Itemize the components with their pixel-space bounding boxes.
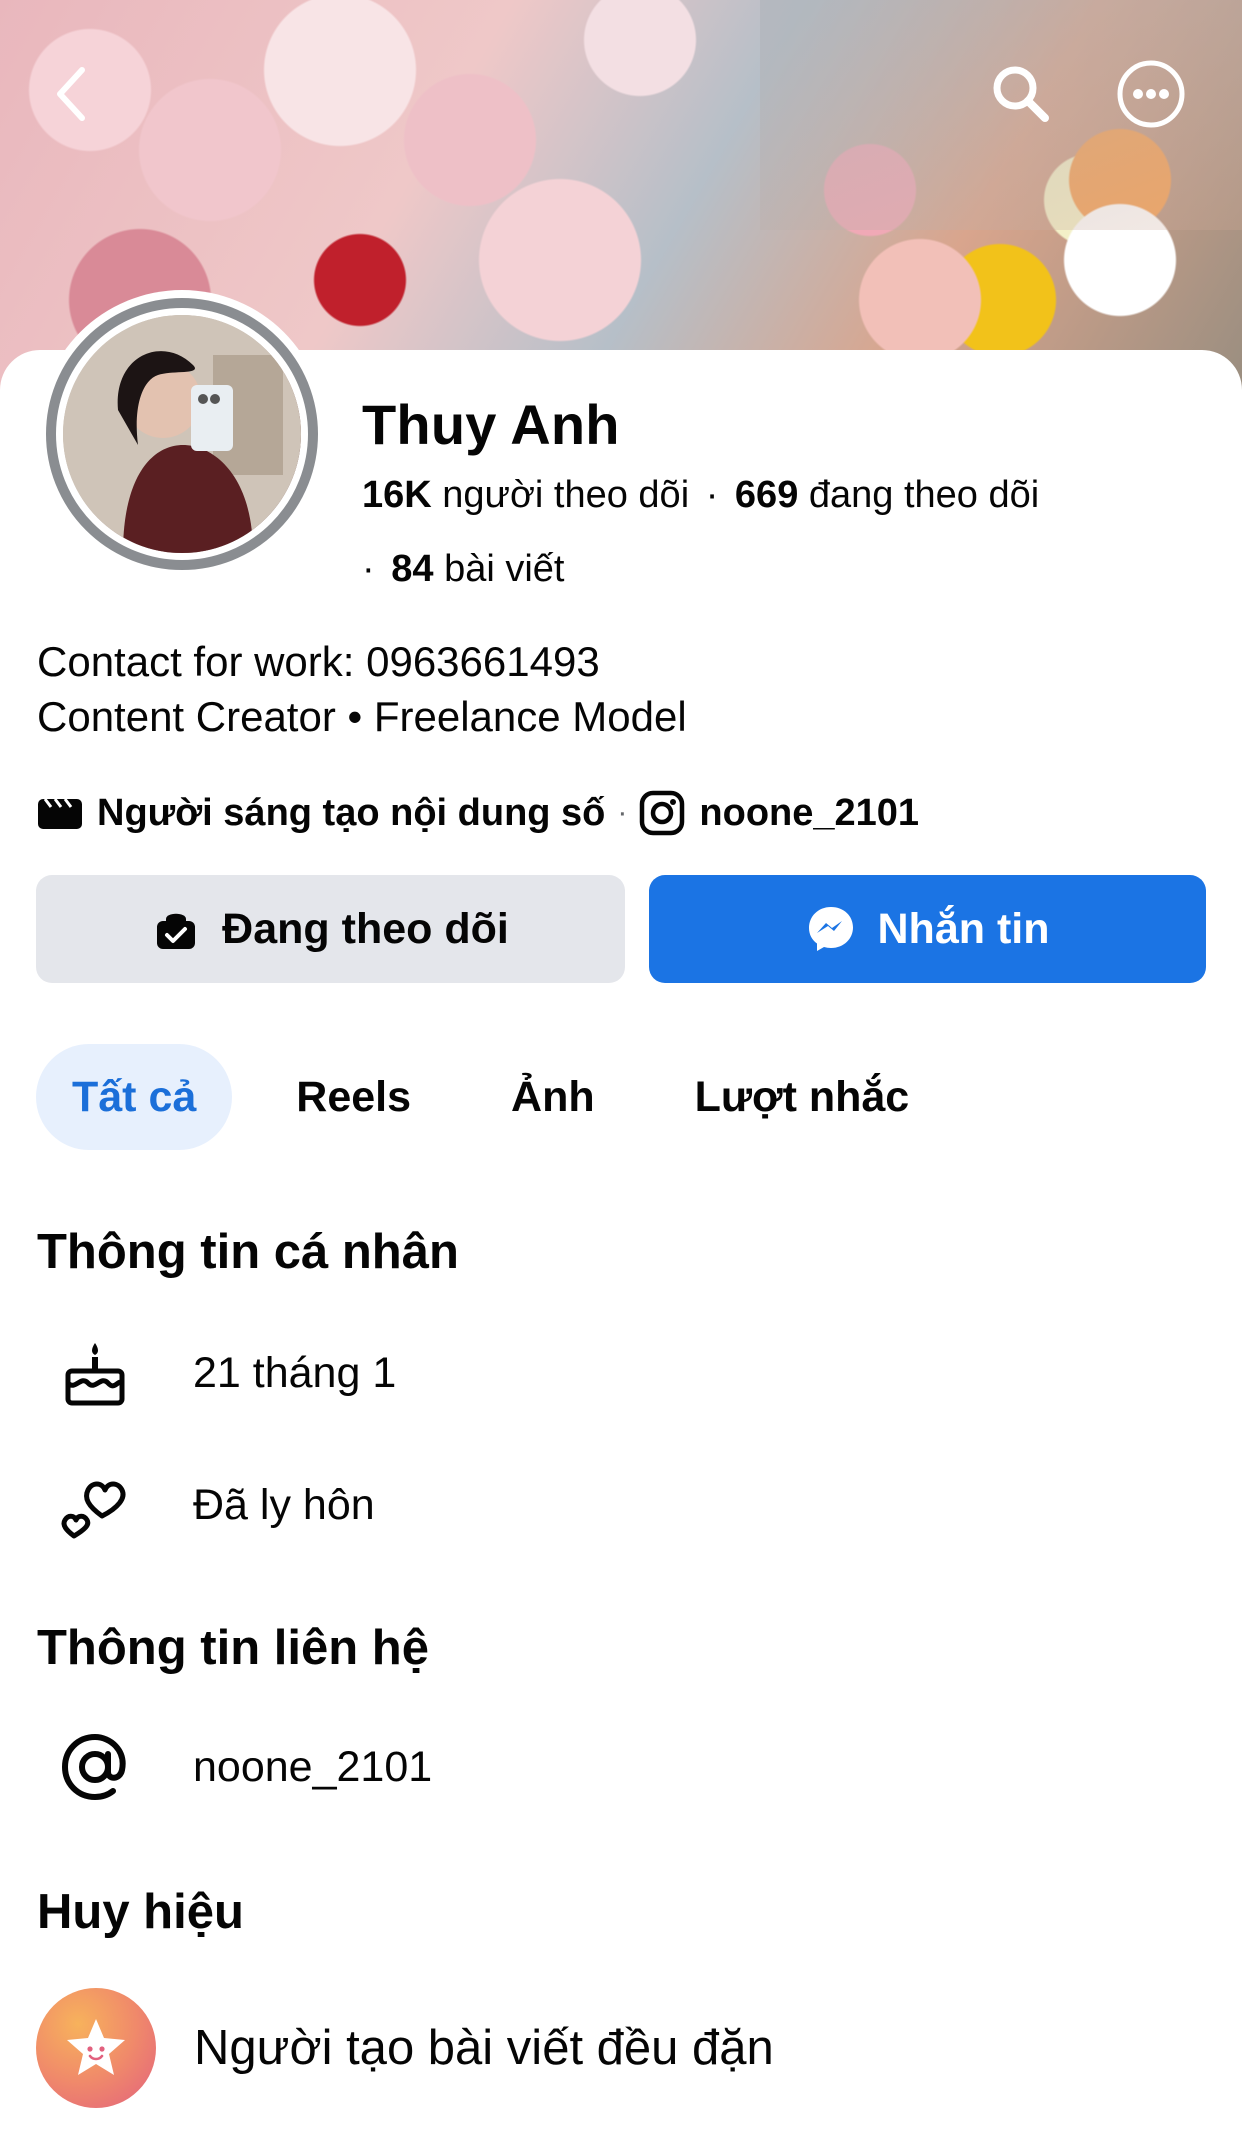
contact-handle-row[interactable]: noone_2101 bbox=[55, 1722, 432, 1812]
instagram-icon bbox=[640, 790, 685, 836]
chevron-left-icon bbox=[57, 67, 85, 121]
birthday-text: 21 tháng 1 bbox=[193, 1348, 397, 1397]
more-horizontal-icon bbox=[1117, 60, 1185, 128]
profile-meta-row: Người sáng tạo nội dung số · noone_2101 bbox=[37, 788, 919, 838]
following-button[interactable]: Đang theo dõi bbox=[36, 875, 625, 983]
profile-tabs: Tất cả Reels Ảnh Lượt nhắc bbox=[36, 1044, 973, 1150]
badges-title: Huy hiệu bbox=[37, 1885, 244, 1939]
relationship-row: Đã ly hôn bbox=[55, 1460, 375, 1550]
followers-label[interactable]: người theo dõi bbox=[442, 474, 689, 516]
tab-reels[interactable]: Reels bbox=[260, 1044, 447, 1150]
separator-dot: · bbox=[705, 474, 719, 516]
star-face-icon bbox=[67, 2019, 125, 2075]
bio-line-1: Contact for work: 0963661493 bbox=[37, 638, 600, 685]
more-options-button[interactable] bbox=[1115, 58, 1187, 130]
separator-dot: · bbox=[362, 548, 375, 590]
story-ring bbox=[46, 298, 318, 570]
badge-item[interactable]: Người tạo bài viết đều đặn bbox=[36, 1988, 774, 2108]
clapperboard-icon bbox=[38, 798, 82, 829]
personal-info-title: Thông tin cá nhân bbox=[37, 1225, 459, 1279]
tab-all[interactable]: Tất cả bbox=[36, 1044, 233, 1150]
message-button-label: Nhắn tin bbox=[877, 904, 1050, 953]
bio-line-2: Content Creator • Freelance Model bbox=[37, 693, 687, 740]
badge-label: Người tạo bài viết đều đặn bbox=[194, 2021, 774, 2075]
birthday-row: 21 tháng 1 bbox=[55, 1328, 396, 1418]
profile-posts-stat: · 84 bài viết bbox=[362, 548, 564, 591]
contact-handle-text: noone_2101 bbox=[193, 1742, 433, 1791]
posts-count: 84 bbox=[391, 548, 434, 590]
contact-info-title: Thông tin liên hệ bbox=[37, 1621, 429, 1675]
relationship-text: Đã ly hôn bbox=[193, 1480, 375, 1529]
separator-dot: · bbox=[617, 796, 628, 829]
profile-stats: 16K người theo dõi · 669 đang theo dõi bbox=[362, 474, 1039, 517]
posts-label: bài viết bbox=[444, 548, 565, 590]
search-button[interactable] bbox=[985, 58, 1057, 130]
tab-mentions[interactable]: Lượt nhắc bbox=[659, 1044, 946, 1150]
following-count[interactable]: 669 bbox=[735, 474, 798, 516]
following-label[interactable]: đang theo dõi bbox=[809, 474, 1039, 516]
messenger-icon bbox=[808, 907, 853, 951]
back-button[interactable] bbox=[36, 58, 108, 130]
person-photo-icon bbox=[63, 315, 301, 553]
at-sign-icon bbox=[61, 1733, 126, 1801]
tab-photos[interactable]: Ảnh bbox=[475, 1044, 631, 1150]
badge-star-icon bbox=[36, 1988, 156, 2108]
creator-category: Người sáng tạo nội dung số bbox=[97, 791, 606, 834]
following-button-label: Đang theo dõi bbox=[222, 904, 509, 953]
profile-avatar[interactable] bbox=[38, 290, 326, 578]
profile-name: Thuy Anh bbox=[362, 393, 620, 456]
message-button[interactable]: Nhắn tin bbox=[649, 875, 1206, 983]
instagram-handle-link[interactable]: noone_2101 bbox=[699, 792, 919, 835]
followers-count[interactable]: 16K bbox=[362, 474, 432, 516]
person-check-icon bbox=[157, 913, 196, 949]
hearts-icon bbox=[61, 1481, 126, 1539]
profile-bio: Contact for work: 0963661493 Content Cre… bbox=[37, 634, 687, 744]
birthday-cake-icon bbox=[65, 1343, 125, 1406]
search-icon bbox=[993, 66, 1049, 122]
avatar-image bbox=[63, 315, 301, 553]
